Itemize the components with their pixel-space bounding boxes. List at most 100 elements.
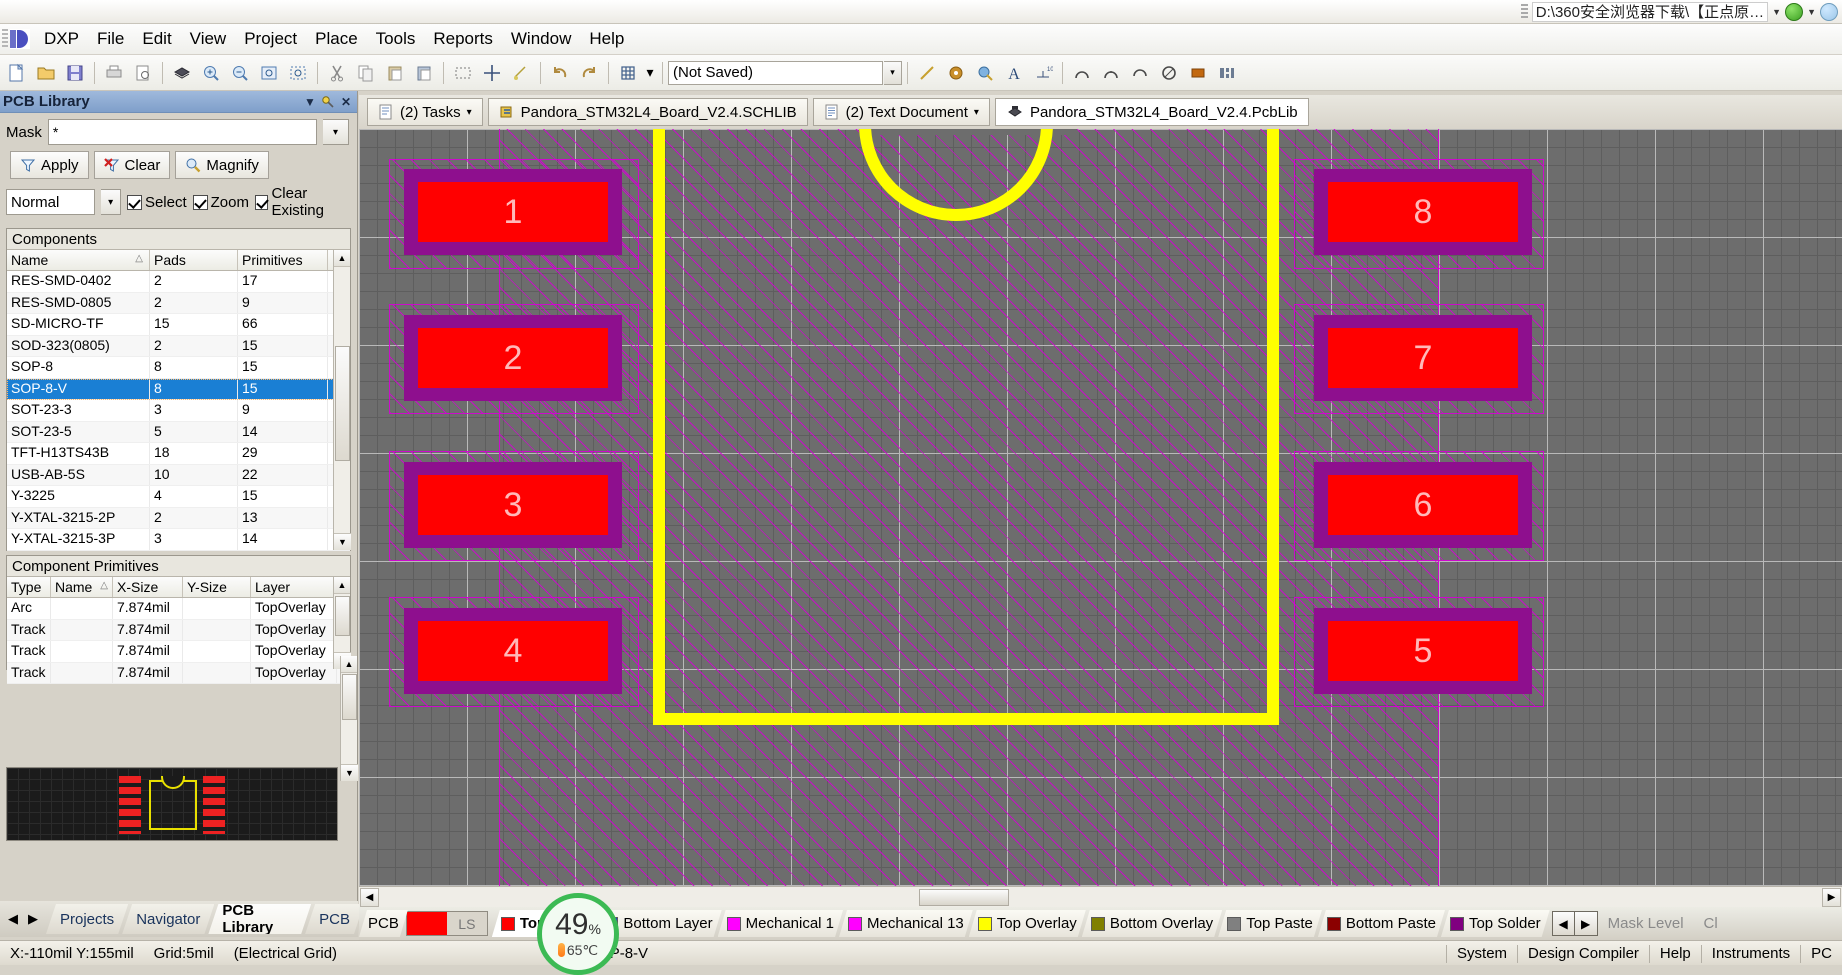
menu-item-place[interactable]: Place [306, 26, 367, 52]
menu-item-file[interactable]: File [88, 26, 133, 52]
table-row[interactable]: RES-SMD-0402 2 17 [7, 271, 350, 293]
scroll-right-icon[interactable]: ▶ [1822, 888, 1841, 907]
pin-icon[interactable] [320, 94, 336, 110]
table-row[interactable]: Arc 7.874mil TopOverlay [7, 598, 350, 620]
table-row[interactable]: SOP-8 8 15 [7, 357, 350, 379]
checkbox-zoom-box[interactable] [192, 194, 208, 210]
pad-4[interactable]: 4 [404, 608, 622, 694]
zoom-in-icon[interactable] [197, 59, 225, 87]
table-row[interactable]: RES-SMD-0805 2 9 [7, 292, 350, 314]
print-preview-icon[interactable] [129, 59, 157, 87]
table-row[interactable]: SD-MICRO-TF 15 66 [7, 314, 350, 336]
table-row[interactable]: Track 7.874mil TopOverlay [7, 619, 350, 641]
pcb-canvas[interactable]: 1 2 3 4 8 7 6 5 [359, 129, 1842, 886]
column-header-name[interactable]: Name △ [7, 250, 150, 270]
tab-scroll-right-icon[interactable]: ▶ [28, 911, 38, 927]
select-mode-dropdown-icon[interactable]: ▾ [101, 189, 121, 215]
scrollbar-thumb[interactable] [342, 674, 357, 720]
tab-scroll-left-icon[interactable]: ◀ [8, 911, 18, 927]
place-pad-icon[interactable] [942, 59, 970, 87]
scroll-down-icon[interactable]: ▼ [341, 764, 358, 781]
column-header-ysize[interactable]: Y-Size [183, 577, 251, 597]
chevron-down-icon[interactable]: ▾ [467, 107, 472, 118]
menu-item-project[interactable]: Project [235, 26, 306, 52]
pad-2[interactable]: 2 [404, 315, 622, 401]
place-arc-any-icon[interactable] [1126, 59, 1154, 87]
menu-item-tools[interactable]: Tools [367, 26, 425, 52]
document-selector-dropdown-icon[interactable]: ▾ [884, 60, 902, 85]
chevron-down-icon[interactable]: ▼ [302, 94, 318, 110]
checkbox-zoom[interactable]: Zoom [192, 194, 249, 211]
hscrollbar-thumb[interactable] [919, 889, 1009, 906]
pad-7[interactable]: 7 [1314, 315, 1532, 401]
tab-navigator[interactable]: Navigator [122, 904, 214, 934]
path-field[interactable]: D:\360安全浏览器下载\【正点原… [1531, 2, 1769, 22]
menu-item-edit[interactable]: Edit [133, 26, 180, 52]
scroll-up-icon[interactable]: ▲ [334, 250, 350, 267]
grid-icon[interactable] [614, 59, 642, 87]
status-help-button[interactable]: Help [1650, 941, 1701, 966]
paste-special-icon[interactable] [410, 59, 438, 87]
status-instruments-button[interactable]: Instruments [1702, 941, 1800, 966]
scroll-up-icon[interactable]: ▲ [341, 656, 357, 673]
redo-icon[interactable] [575, 59, 603, 87]
table-row[interactable]: USB-AB-5S 10 22 [7, 464, 350, 486]
print-icon[interactable] [100, 59, 128, 87]
place-fill-icon[interactable] [1184, 59, 1212, 87]
clear-button[interactable]: Clear [93, 151, 171, 179]
layer-tab-mechanical-1[interactable]: Mechanical 1 [718, 910, 843, 937]
place-arc-center-icon[interactable] [1068, 59, 1096, 87]
column-header-layer[interactable]: Layer [251, 577, 337, 597]
board-3d-icon[interactable] [168, 59, 196, 87]
scrollbar-thumb[interactable] [335, 346, 350, 461]
table-row[interactable]: SOD-323(0805) 2 15 [7, 335, 350, 357]
table-row[interactable]: TFT-H13TS43B 18 29 [7, 443, 350, 465]
scroll-left-icon[interactable]: ◀ [360, 888, 379, 907]
layer-tab-top-solder[interactable]: Top Solder [1441, 910, 1550, 937]
layer-tab-top-paste[interactable]: Top Paste [1218, 910, 1322, 937]
table-row[interactable]: SOT-23-5 5 14 [7, 421, 350, 443]
chevron-down-icon-2[interactable]: ▼ [1807, 7, 1816, 17]
column-header-prim-name[interactable]: Name △ [51, 577, 113, 597]
tab-projects[interactable]: Projects [46, 904, 128, 934]
deselect-icon[interactable] [507, 59, 535, 87]
table-row[interactable]: Y-XTAL-3215-2P 2 13 [7, 507, 350, 529]
pad-5[interactable]: 5 [1314, 608, 1532, 694]
mask-dropdown-icon[interactable]: ▾ [323, 119, 349, 145]
doc-tab-pcblib[interactable]: Pandora_STM32L4_Board_V2.4.PcbLib [994, 98, 1309, 126]
menu-item-reports[interactable]: Reports [424, 26, 502, 52]
zoom-temperature-badge[interactable]: 49% 65℃ [537, 893, 619, 975]
doc-tab-text-document[interactable]: (2) Text Document ▾ [812, 98, 990, 126]
save-icon[interactable] [61, 59, 89, 87]
checkbox-clear-existing[interactable]: Clear Existing [254, 185, 353, 219]
place-line-icon[interactable] [913, 59, 941, 87]
scroll-up-icon[interactable]: ▲ [334, 577, 350, 594]
zoom-area-icon[interactable] [284, 59, 312, 87]
scroll-down-icon[interactable]: ▼ [334, 533, 351, 550]
column-header-type[interactable]: Type [7, 577, 51, 597]
footprint-preview[interactable] [6, 767, 338, 841]
copy-icon[interactable] [352, 59, 380, 87]
table-row[interactable]: Y-3225 4 15 [7, 486, 350, 508]
components-scrollbar[interactable]: ▲ ▼ [333, 250, 351, 550]
open-document-icon[interactable] [32, 59, 60, 87]
status-system-button[interactable]: System [1447, 941, 1517, 966]
tab-pcb-library[interactable]: PCB Library [208, 904, 311, 934]
move-icon[interactable] [478, 59, 506, 87]
select-area-icon[interactable] [449, 59, 477, 87]
place-arc-edge-icon[interactable] [1097, 59, 1125, 87]
tab-scroll-arrows[interactable]: ◀ ▶ [0, 911, 46, 927]
status-orb-icon[interactable] [1820, 3, 1838, 21]
place-via-icon[interactable] [971, 59, 999, 87]
pad-6[interactable]: 6 [1314, 462, 1532, 548]
checkbox-select[interactable]: Select [126, 194, 187, 211]
scrollbar-thumb[interactable] [335, 596, 350, 636]
checkbox-select-box[interactable] [126, 194, 142, 210]
current-layer-color-swatch[interactable] [406, 912, 447, 935]
table-row[interactable]: SOT-23-3 3 9 [7, 400, 350, 422]
doc-tab-tasks[interactable]: (2) Tasks ▾ [367, 98, 483, 126]
back-arrow-icon[interactable] [1785, 3, 1804, 21]
place-component-array-icon[interactable] [1213, 59, 1241, 87]
column-header-primitives[interactable]: Primitives [238, 250, 328, 270]
menu-item-view[interactable]: View [181, 26, 236, 52]
